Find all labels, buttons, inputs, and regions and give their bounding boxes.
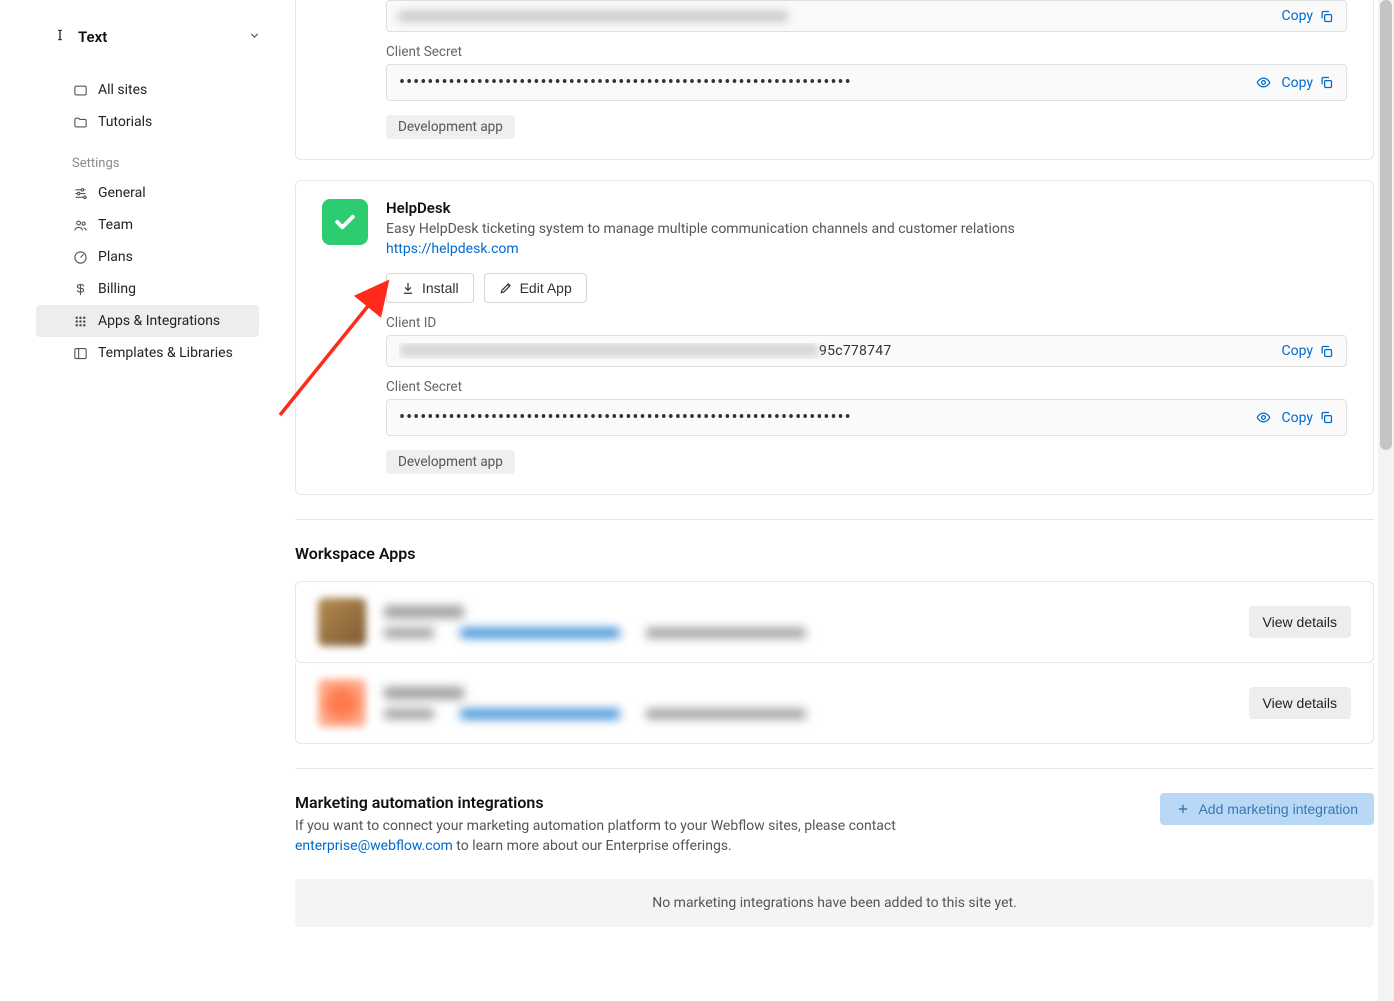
client-secret-field: ••••••••••••••••••••••••••••••••••••••••… bbox=[386, 399, 1347, 436]
workspace-app-info bbox=[384, 687, 1231, 719]
sidebar-item-label: Apps & Integrations bbox=[98, 313, 220, 329]
copy-label: Copy bbox=[1281, 75, 1313, 91]
app-title: HelpDesk bbox=[386, 199, 1347, 217]
sidebar-item-label: All sites bbox=[98, 82, 147, 98]
app-card-helpdesk: HelpDesk Easy HelpDesk ticketing system … bbox=[295, 180, 1374, 495]
sidebar-item-general[interactable]: General bbox=[36, 177, 259, 209]
client-secret-label: Client Secret bbox=[386, 379, 1347, 395]
gauge-icon bbox=[72, 250, 88, 265]
sidebar-item-team[interactable]: Team bbox=[36, 209, 259, 241]
workspace-app-info bbox=[384, 606, 1231, 638]
marketing-header: Marketing automation integrations If you… bbox=[295, 793, 1374, 857]
copy-label: Copy bbox=[1281, 410, 1313, 426]
app-link[interactable]: https://helpdesk.com bbox=[386, 241, 519, 257]
sidebar: Text All sites Tutorials Settings Genera… bbox=[0, 0, 295, 1001]
scrollbar-thumb[interactable] bbox=[1380, 0, 1392, 450]
chevron-down-icon bbox=[248, 29, 261, 46]
sidebar-item-label: General bbox=[98, 185, 146, 201]
sidebar-item-all-sites[interactable]: All sites bbox=[36, 74, 259, 106]
edit-app-button[interactable]: Edit App bbox=[484, 273, 587, 303]
helpdesk-logo bbox=[322, 199, 368, 245]
sidebar-item-label: Billing bbox=[98, 281, 136, 297]
divider bbox=[295, 768, 1374, 769]
marketing-title: Marketing automation integrations bbox=[295, 793, 1144, 812]
copy-icon bbox=[1319, 75, 1334, 90]
enterprise-email-link[interactable]: enterprise@webflow.com bbox=[295, 838, 453, 854]
app-tag: Development app bbox=[386, 450, 515, 474]
divider bbox=[295, 519, 1374, 520]
eye-icon bbox=[1256, 410, 1271, 425]
sidebar-item-label: Tutorials bbox=[98, 114, 152, 130]
copy-label: Copy bbox=[1281, 8, 1313, 24]
install-label: Install bbox=[422, 280, 459, 296]
layout-icon bbox=[72, 346, 88, 361]
grid-icon bbox=[72, 83, 88, 98]
text-cursor-icon bbox=[53, 28, 67, 46]
copy-button[interactable]: Copy bbox=[1281, 343, 1334, 359]
copy-label: Copy bbox=[1281, 343, 1313, 359]
dollar-icon bbox=[72, 282, 88, 297]
copy-button[interactable]: Copy bbox=[1281, 410, 1334, 426]
copy-icon bbox=[1319, 344, 1334, 359]
marketing-description: If you want to connect your marketing au… bbox=[295, 816, 1144, 857]
folder-icon bbox=[72, 115, 88, 130]
scrollbar-track[interactable] bbox=[1378, 0, 1394, 1001]
client-id-label: Client ID bbox=[386, 315, 1347, 331]
client-secret-label: Client Secret bbox=[386, 44, 1347, 60]
sidebar-item-label: Plans bbox=[98, 249, 133, 265]
client-secret-value: ••••••••••••••••••••••••••••••••••••••••… bbox=[399, 407, 1256, 428]
copy-button[interactable]: Copy bbox=[1281, 8, 1334, 24]
sidebar-item-plans[interactable]: Plans bbox=[36, 241, 259, 273]
sidebar-item-tutorials[interactable]: Tutorials bbox=[36, 106, 259, 138]
sidebar-item-apps-integrations[interactable]: Apps & Integrations bbox=[36, 305, 259, 337]
client-id-value: 95c778747 bbox=[399, 343, 1271, 359]
add-marketing-integration-button[interactable]: Add marketing integration bbox=[1160, 793, 1374, 825]
client-secret-field: ••••••••••••••••••••••••••••••••••••••••… bbox=[386, 64, 1347, 101]
pencil-icon bbox=[499, 281, 513, 295]
main-content: xxxxxxxxxxxxxxxxxxxxxxxxxxxxxxxxxxxxxxxx… bbox=[295, 0, 1394, 1001]
copy-icon bbox=[1319, 9, 1334, 24]
client-secret-value: ••••••••••••••••••••••••••••••••••••••••… bbox=[399, 72, 1256, 93]
view-details-button[interactable]: View details bbox=[1249, 606, 1351, 638]
download-icon bbox=[401, 281, 415, 295]
app-tag: Development app bbox=[386, 115, 515, 139]
marketing-empty-state: No marketing integrations have been adde… bbox=[295, 879, 1374, 927]
copy-icon bbox=[1319, 410, 1334, 425]
workspace-app-icon bbox=[318, 679, 366, 727]
reveal-button[interactable] bbox=[1256, 75, 1271, 90]
copy-button[interactable]: Copy bbox=[1281, 75, 1334, 91]
reveal-button[interactable] bbox=[1256, 410, 1271, 425]
workspace-selector[interactable]: Text bbox=[16, 20, 279, 56]
install-button[interactable]: Install bbox=[386, 273, 474, 303]
plus-icon bbox=[1176, 802, 1190, 816]
sidebar-item-templates[interactable]: Templates & Libraries bbox=[36, 337, 259, 369]
sidebar-item-billing[interactable]: Billing bbox=[36, 273, 259, 305]
workspace-app-row: View details bbox=[295, 663, 1374, 744]
client-id-field: 95c778747 Copy bbox=[386, 335, 1347, 367]
users-icon bbox=[72, 218, 88, 233]
workspace-app-row: View details bbox=[295, 581, 1374, 663]
sidebar-item-label: Templates & Libraries bbox=[98, 345, 233, 361]
eye-icon bbox=[1256, 75, 1271, 90]
client-id-value: xxxxxxxxxxxxxxxxxxxxxxxxxxxxxxxxxxxxxxxx… bbox=[399, 8, 1271, 24]
app-card-prev: xxxxxxxxxxxxxxxxxxxxxxxxxxxxxxxxxxxxxxxx… bbox=[295, 0, 1374, 160]
sliders-icon bbox=[72, 186, 88, 201]
edit-label: Edit App bbox=[520, 280, 572, 296]
view-details-button[interactable]: View details bbox=[1249, 687, 1351, 719]
sidebar-section-settings: Settings bbox=[36, 138, 259, 177]
workspace-app-icon bbox=[318, 598, 366, 646]
app-description: Easy HelpDesk ticketing system to manage… bbox=[386, 221, 1347, 237]
workspace-apps-heading: Workspace Apps bbox=[295, 544, 1374, 563]
add-marketing-label: Add marketing integration bbox=[1198, 801, 1358, 817]
workspace-name: Text bbox=[78, 28, 107, 46]
apps-icon bbox=[72, 314, 88, 329]
client-id-field: xxxxxxxxxxxxxxxxxxxxxxxxxxxxxxxxxxxxxxxx… bbox=[386, 0, 1347, 32]
sidebar-item-label: Team bbox=[98, 217, 133, 233]
